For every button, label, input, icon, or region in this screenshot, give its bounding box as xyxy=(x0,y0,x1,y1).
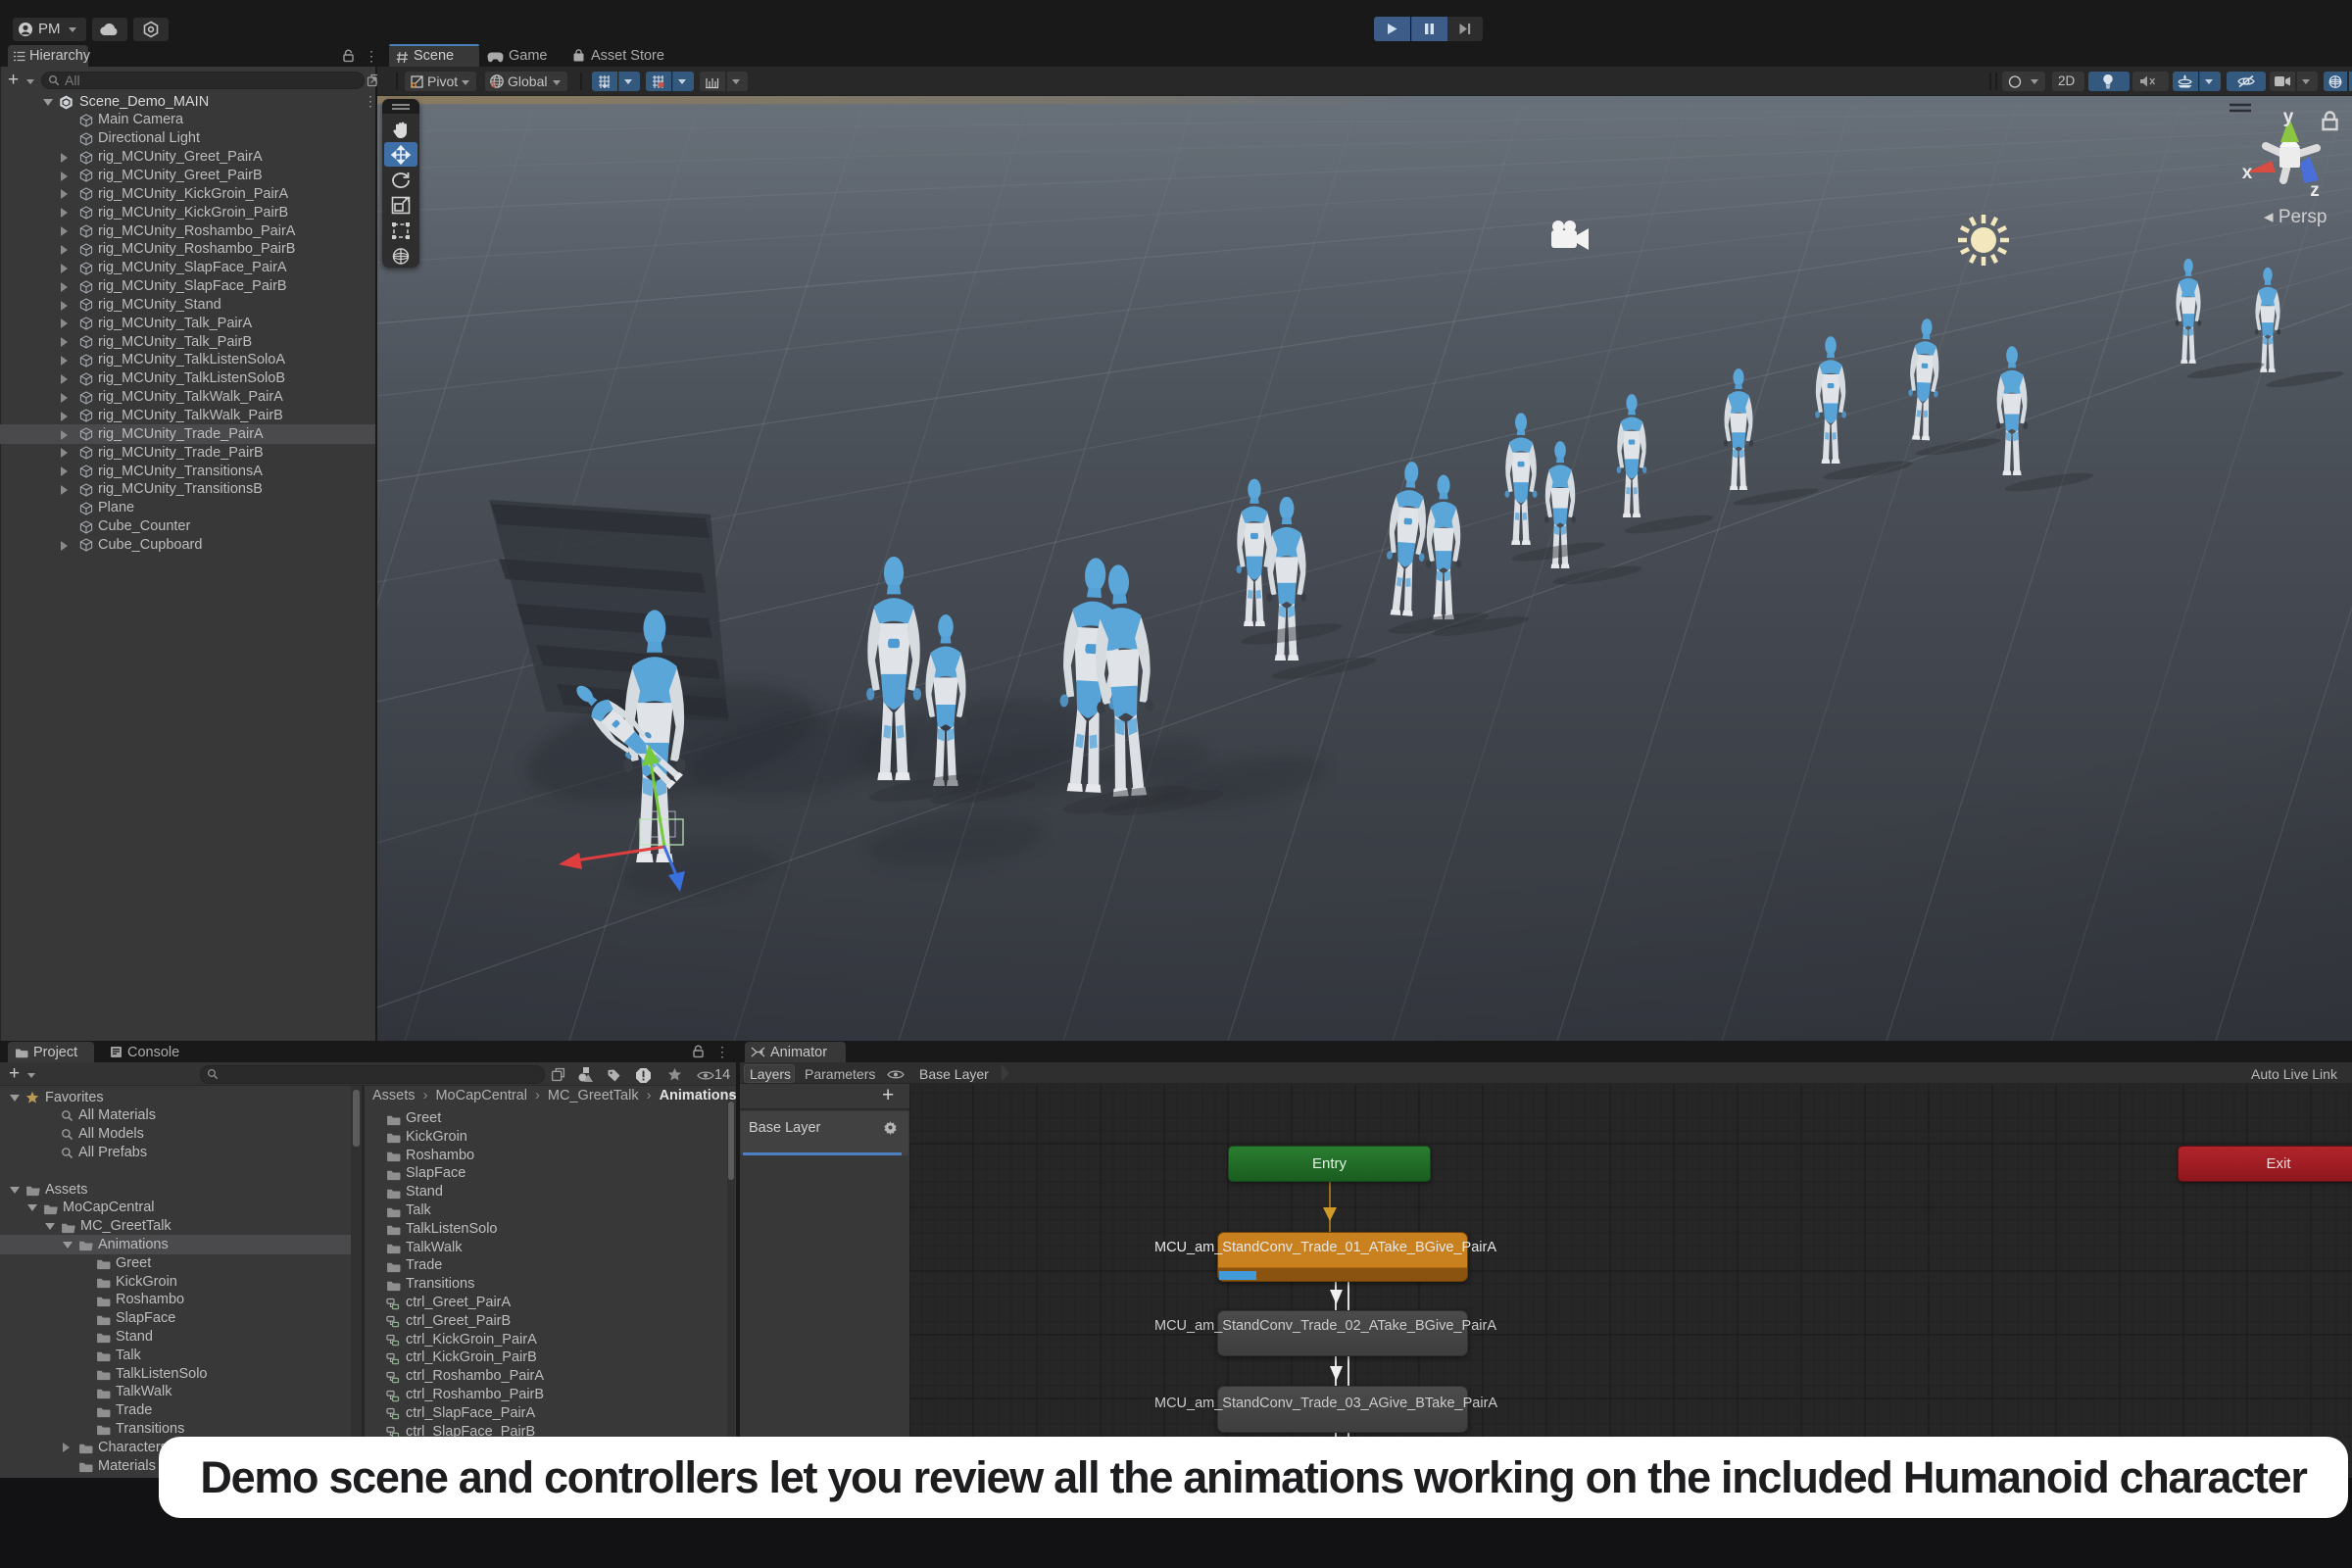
svg-text:◂ Persp: ◂ Persp xyxy=(2264,207,2327,227)
svg-text:x: x xyxy=(2242,163,2253,183)
svg-text:z: z xyxy=(2310,180,2320,201)
svg-text:y: y xyxy=(2283,107,2294,127)
